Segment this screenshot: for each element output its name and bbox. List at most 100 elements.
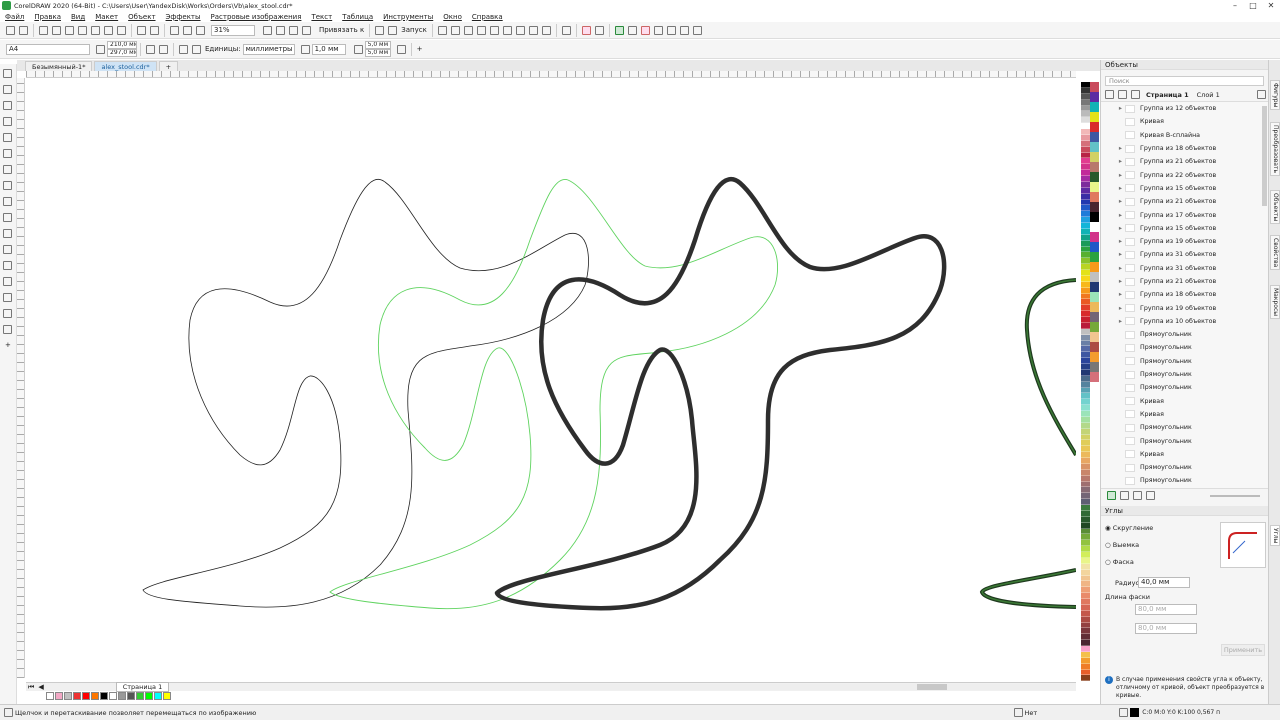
object-list-item[interactable]: Прямоугольник <box>1101 355 1268 368</box>
expand-icon[interactable]: ▸ <box>1101 185 1125 192</box>
macro-icon[interactable] <box>594 25 604 35</box>
menu-item[interactable]: Растровые изображения <box>206 13 307 21</box>
page-height-field[interactable]: 297,0 мм <box>107 49 137 57</box>
copy-icon[interactable] <box>104 25 113 35</box>
apply-button[interactable]: Применить <box>1221 644 1265 656</box>
new-document-icon[interactable] <box>6 25 15 35</box>
duplicate-y-field[interactable]: 5,0 мм <box>364 49 391 57</box>
object-list-item[interactable]: ▸ Группа из 31 объектов <box>1101 248 1268 261</box>
document-color-swatch[interactable] <box>154 692 162 700</box>
color-swatch[interactable] <box>1090 142 1099 152</box>
object-list-item[interactable]: ▸ Группа из 22 объектов <box>1101 168 1268 181</box>
object-list-item[interactable]: Прямоугольник <box>1101 434 1268 447</box>
print-icon[interactable] <box>78 25 87 35</box>
expand-icon[interactable]: ▸ <box>1101 172 1125 179</box>
curve-thin-black[interactable] <box>142 179 589 608</box>
object-list-item[interactable]: Кривая B-сплайна <box>1101 129 1268 142</box>
transparency-tool-icon[interactable] <box>3 277 12 286</box>
color-swatch[interactable] <box>1090 232 1099 242</box>
new-layer-icon[interactable] <box>1107 491 1116 500</box>
object-list-item[interactable]: ▸ Группа из 18 объектов <box>1101 288 1268 301</box>
macro-icon[interactable] <box>666 25 676 35</box>
radius-field[interactable]: 40,0 мм <box>1138 577 1190 588</box>
shape-tool-icon[interactable] <box>3 85 12 94</box>
object-list-item[interactable]: ▸ Группа из 21 объектов <box>1101 195 1268 208</box>
treat-as-filled-icon[interactable] <box>396 44 406 54</box>
scroll-thumb[interactable] <box>917 684 947 690</box>
object-list-item[interactable]: ▸ Группа из 19 объектов <box>1101 301 1268 314</box>
macro-icon[interactable] <box>581 25 591 35</box>
export-icon[interactable] <box>183 25 192 35</box>
layers-icon[interactable] <box>1118 90 1127 99</box>
new-tab-icon[interactable]: + <box>158 61 179 71</box>
menu-item[interactable]: Файл <box>0 13 29 21</box>
paste-icon[interactable] <box>117 25 126 35</box>
node-tool-icon[interactable] <box>528 25 538 35</box>
color-swatch[interactable] <box>1090 362 1099 372</box>
horizontal-ruler[interactable] <box>26 71 1076 78</box>
close-icon[interactable]: ✕ <box>1262 1 1280 11</box>
chamfer-length-a-field[interactable]: 80,0 мм <box>1135 604 1197 615</box>
smart-drawing-icon[interactable] <box>3 149 12 158</box>
expand-icon[interactable]: ▸ <box>1101 145 1125 152</box>
object-list-item[interactable]: ▸ Группа из 31 объектов <box>1101 262 1268 275</box>
macro-icon[interactable] <box>692 25 702 35</box>
color-palette[interactable] <box>1081 82 1090 682</box>
object-list-item[interactable]: Прямоугольник <box>1101 368 1268 381</box>
guides-icon[interactable] <box>302 25 311 35</box>
corner-fillet-option[interactable]: ◉ Скругление <box>1105 520 1153 537</box>
fill-none-icon[interactable] <box>1013 708 1023 717</box>
macro-icon[interactable] <box>653 25 663 35</box>
color-swatch[interactable] <box>1090 312 1099 322</box>
color-swatch[interactable] <box>1090 332 1099 342</box>
zoom-tool-icon[interactable] <box>3 117 12 126</box>
nudge-distance-field[interactable]: 1,0 мм <box>311 43 346 55</box>
freehand-tool-icon[interactable] <box>3 133 12 142</box>
object-list-item[interactable]: ▸ Группа из 12 объектов <box>1101 102 1268 115</box>
document-color-swatch[interactable] <box>55 692 63 700</box>
zoom-level-select[interactable]: 31% <box>211 24 255 36</box>
color-swatch[interactable] <box>1090 272 1099 282</box>
object-list-item[interactable]: Прямоугольник <box>1101 381 1268 394</box>
menu-item[interactable]: Макет <box>90 13 123 21</box>
stop-macro-icon[interactable] <box>640 25 650 35</box>
maximize-icon[interactable]: □ <box>1244 1 1262 11</box>
color-swatch[interactable] <box>1090 192 1099 202</box>
connector-tool-icon[interactable] <box>3 245 12 254</box>
object-list-item[interactable]: Прямоугольник <box>1101 474 1268 487</box>
color-swatch[interactable] <box>1090 182 1099 192</box>
move-to-layer-icon[interactable] <box>1133 491 1142 500</box>
chamfer-length-b-field[interactable]: 80,0 мм <box>1135 623 1197 634</box>
color-swatch[interactable] <box>1090 202 1099 212</box>
document-color-swatch[interactable] <box>145 692 153 700</box>
color-swatch[interactable] <box>1090 82 1099 92</box>
color-swatch[interactable] <box>1090 342 1099 352</box>
smart-fill-icon[interactable] <box>3 325 12 334</box>
delete-icon[interactable] <box>1146 491 1155 500</box>
color-swatch[interactable] <box>1090 212 1099 222</box>
color-swatch[interactable] <box>1090 292 1099 302</box>
publish-pdf-icon[interactable] <box>196 25 205 35</box>
color-swatch[interactable] <box>1090 222 1099 232</box>
object-list-item[interactable]: Прямоугольник <box>1101 461 1268 474</box>
color-swatch[interactable] <box>1090 322 1099 332</box>
redo-icon[interactable] <box>150 25 159 35</box>
side-tab-corners[interactable]: Углы <box>1270 525 1280 547</box>
tab-untitled[interactable]: Безымянный-1* <box>25 61 93 71</box>
page-width-field[interactable]: 210,0 мм <box>107 41 137 49</box>
corner-chamfer-option[interactable]: ○ Фаска <box>1105 554 1153 571</box>
eyedropper-tool-icon[interactable] <box>3 293 12 302</box>
cloud-save-icon[interactable] <box>52 25 61 35</box>
object-list-item[interactable]: ▸ Группа из 10 объектов <box>1101 315 1268 328</box>
menu-item[interactable]: Инструменты <box>378 13 438 21</box>
expand-icon[interactable]: ▸ <box>1101 225 1125 232</box>
document-color-swatch[interactable] <box>73 692 81 700</box>
object-list-item[interactable]: ▸ Группа из 17 объектов <box>1101 208 1268 221</box>
crop-tool-icon[interactable] <box>3 101 12 110</box>
full-screen-icon[interactable] <box>263 25 272 35</box>
menu-item[interactable]: Объект <box>123 13 160 21</box>
curve-thick-dark[interactable] <box>494 176 947 611</box>
object-list-item[interactable]: Кривая <box>1101 448 1268 461</box>
object-list-item[interactable]: ▸ Группа из 21 объектов <box>1101 155 1268 168</box>
color-swatch[interactable] <box>1090 282 1099 292</box>
